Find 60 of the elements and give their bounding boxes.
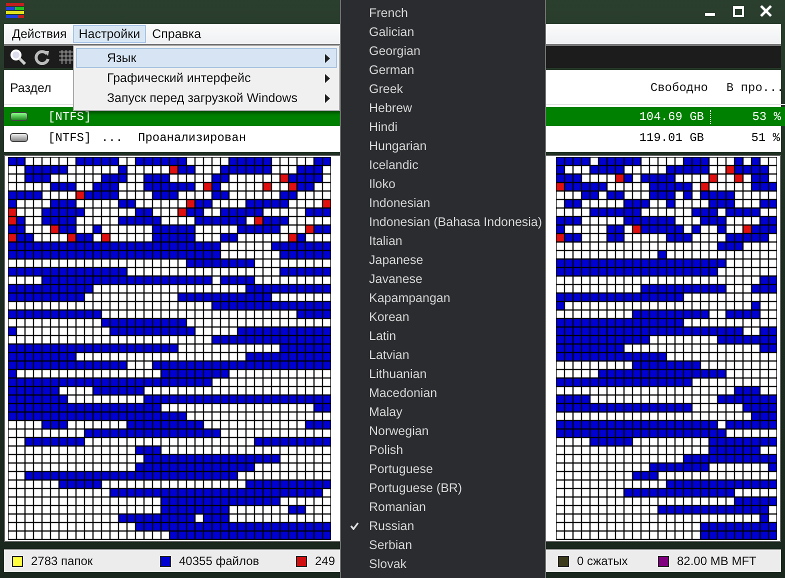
language-option[interactable]: Macedonian: [369, 386, 438, 400]
menu-item[interactable]: Запуск перед загрузкой Windows: [76, 88, 337, 108]
table-cell: 53 %: [752, 110, 781, 124]
table-cell: 51 %: [751, 130, 780, 144]
language-option[interactable]: Icelandic: [369, 158, 418, 172]
language-option[interactable]: Hebrew: [369, 100, 412, 114]
language-option[interactable]: Japanese: [369, 252, 424, 266]
language-option[interactable]: Portuguese: [369, 462, 433, 476]
status-text: 40355 файлов: [179, 554, 260, 568]
table-cell: 104.69 GB: [639, 110, 704, 124]
language-option[interactable]: Slovak: [369, 556, 407, 570]
table-cell: 119.01 GB: [639, 130, 704, 144]
language-option[interactable]: Kapampangan: [369, 290, 450, 304]
status-text: 82.00 MB MFT: [677, 554, 756, 568]
language-option[interactable]: German: [369, 62, 414, 76]
minimize-icon[interactable]: [705, 12, 715, 16]
drive-icon: [10, 133, 28, 142]
language-option[interactable]: Norwegian: [369, 424, 429, 438]
refresh-icon[interactable]: [34, 49, 50, 65]
language-option[interactable]: Iloko: [369, 176, 396, 190]
language-option[interactable]: Latvian: [369, 348, 410, 362]
language-option[interactable]: Hindi: [369, 120, 398, 134]
language-option[interactable]: Javanese: [369, 272, 423, 286]
drive-icon: [10, 112, 28, 121]
language-option[interactable]: Malay: [369, 404, 402, 418]
language-option[interactable]: Romanian: [369, 500, 426, 514]
menu-item[interactable]: Язык: [76, 48, 337, 68]
language-option[interactable]: Russian: [369, 518, 414, 532]
column-header[interactable]: В про...: [714, 81, 785, 95]
language-option[interactable]: Hungarian: [369, 138, 427, 152]
language-option[interactable]: Portuguese (BR): [369, 480, 462, 494]
close-icon[interactable]: [760, 5, 772, 17]
status-text: 2783 папок: [31, 554, 93, 568]
maximize-icon[interactable]: [732, 6, 744, 16]
search-icon[interactable]: [10, 49, 26, 65]
menu-item[interactable]: Справка: [146, 25, 208, 43]
language-option[interactable]: Galician: [369, 24, 414, 38]
table-cell: ...: [101, 130, 123, 144]
language-option[interactable]: French: [369, 6, 408, 20]
language-option[interactable]: Italian: [369, 234, 402, 248]
language-option[interactable]: Korean: [369, 310, 410, 324]
menu-item[interactable]: Графический интерфейс: [76, 68, 337, 88]
language-option[interactable]: Georgian: [369, 44, 420, 58]
language-option[interactable]: Indonesian: [369, 196, 430, 210]
table-cell[interactable]: [NTFS]: [48, 130, 92, 144]
status-text: 0 сжатых: [577, 554, 628, 568]
language-option[interactable]: Greek: [369, 82, 404, 96]
table-cell[interactable]: [NTFS]: [48, 110, 92, 124]
column-header[interactable]: Свободно: [616, 81, 714, 95]
language-option[interactable]: Latin: [369, 328, 396, 342]
table-cell: Проанализирован: [138, 130, 246, 144]
grid-icon[interactable]: [58, 49, 74, 65]
language-option[interactable]: Polish: [369, 442, 404, 456]
status-text: 249: [315, 554, 336, 568]
menu-item[interactable]: Настройки: [72, 25, 146, 43]
language-option[interactable]: Indonesian (Bahasa Indonesia): [369, 214, 542, 228]
menu-item[interactable]: Действия: [6, 25, 73, 43]
app-icon: [6, 3, 24, 19]
language-option[interactable]: Lithuanian: [369, 366, 427, 380]
language-option[interactable]: Serbian: [369, 538, 412, 552]
